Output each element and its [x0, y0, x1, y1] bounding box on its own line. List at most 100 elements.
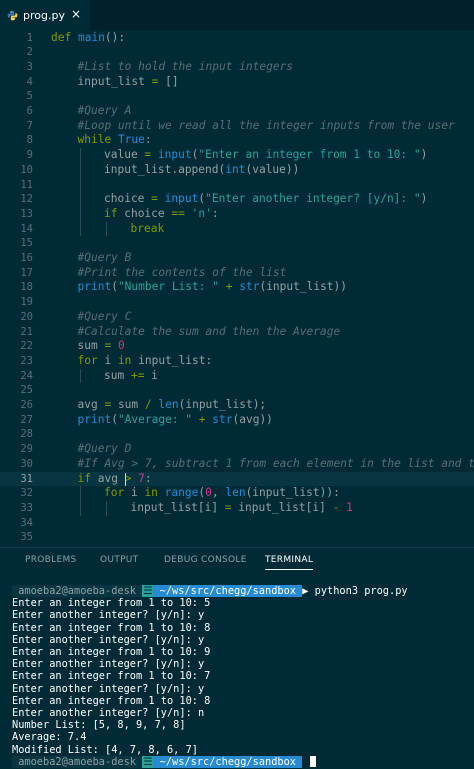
code-line[interactable]: 16 #Query B — [0, 251, 474, 266]
line-number: 14 — [20, 222, 33, 235]
code-line[interactable]: 1 def main(): — [0, 31, 474, 46]
code-line[interactable]: 15 — [0, 236, 474, 251]
code-line[interactable]: 2 — [0, 45, 474, 60]
line-number: 10 — [20, 163, 33, 176]
line-number: 9 — [26, 149, 33, 162]
tab-debug-console[interactable]: DEBUG CONSOLE — [164, 555, 247, 565]
line-number: 15 — [20, 237, 33, 250]
code-token: i — [97, 353, 118, 367]
code-token: input_list.append( — [104, 162, 226, 176]
code-line[interactable]: 21 #Calculate the sum and then the Averag… — [0, 325, 474, 340]
code-line[interactable]: 14 break — [0, 222, 474, 237]
string-token: "Enter another integer? [y/n]: " — [205, 192, 421, 206]
code-text: for i in input_list: — [78, 354, 213, 369]
function-token: True — [117, 133, 145, 147]
terminal-output-line: Enter another integer? [y/n]: y — [12, 609, 205, 622]
code-line[interactable]: 25 — [0, 383, 474, 398]
code-line[interactable]: 6 #Query A — [0, 104, 474, 119]
function-token: input — [157, 148, 192, 162]
code-line[interactable]: 11 — [0, 178, 474, 193]
prompt-path: ~/ws/src/chegg/sandbox — [153, 755, 303, 768]
string-token: 'n' — [191, 206, 212, 220]
terminal-output-line: Enter another integer? [y/n]: y — [12, 682, 205, 695]
code-token: : — [144, 471, 152, 485]
line-number: 29 — [20, 443, 33, 456]
terminal-prompt: amoeba2@amoeba-desk ☰ ~/ws/src/chegg/san… — [12, 755, 317, 768]
tab-prog-py[interactable]: prog.py × — [0, 0, 90, 30]
prompt-path: ~/ws/src/chegg/sandbox — [153, 585, 303, 597]
terminal-output-line: Average: 7.4 — [12, 731, 87, 744]
number-token: 1 — [346, 500, 353, 514]
code-token: input_list: — [131, 353, 213, 367]
code-token: : — [211, 206, 219, 220]
code-text: #Query B — [78, 251, 132, 266]
function-token: input — [164, 192, 199, 206]
code-line[interactable]: 5 — [0, 89, 474, 104]
code-text: print("Average: " + str(avg)) — [78, 413, 273, 428]
code-line[interactable]: 23 for i in input_list: — [0, 354, 474, 369]
bottom-panel: PROBLEMS OUTPUT DEBUG CONSOLE TERMINAL a… — [0, 547, 474, 769]
prompt-user: amoeba2@amoeba-desk — [12, 755, 143, 768]
code-text: print("Number List: " + str(input_list)) — [78, 280, 348, 295]
code-line[interactable]: 30 #If Avg > 7, subtract 1 from each elem… — [0, 457, 474, 472]
line-number: 26 — [20, 399, 33, 411]
line-number: 17 — [20, 266, 33, 279]
tab-problems[interactable]: PROBLEMS — [25, 555, 77, 565]
code-line[interactable]: 4 input_list = [] — [0, 75, 474, 90]
code-line[interactable]: 35 — [0, 530, 474, 545]
code-line[interactable]: 17 #Print the contents of the list — [0, 266, 474, 281]
function-token: len — [158, 398, 179, 411]
code-line[interactable]: 34 — [0, 516, 474, 531]
code-line[interactable]: 29 #Query D — [0, 442, 474, 457]
code-editor[interactable]: 1 def main(): 2 3 #List to hold the input in… — [0, 30, 474, 547]
code-line[interactable]: 18 print("Number List: " + str(input_list… — [0, 280, 474, 295]
tab-output[interactable]: OUTPUT — [100, 555, 138, 565]
code-line[interactable]: 33 input_list[i] = input_list[i] - 1 — [0, 501, 474, 516]
line-number: 23 — [20, 354, 33, 367]
code-line[interactable]: 31 if avg > 7: — [0, 471, 474, 487]
code-token: (avg)) — [232, 412, 273, 426]
code-line[interactable]: 32 for i in range(0, len(input_list)): — [0, 486, 474, 501]
function-token: int — [225, 162, 246, 176]
code-line[interactable]: 3 #List to hold the input integers — [0, 60, 474, 75]
code-line[interactable]: 19 — [0, 295, 474, 310]
string-token: "Enter an integer from 1 to 10: " — [198, 148, 421, 162]
keyword-token: while — [77, 133, 112, 147]
code-line[interactable]: 8 while True: — [0, 133, 474, 148]
code-line[interactable]: 10 input_list.append(int(value)) — [0, 163, 474, 178]
function-token: range — [164, 486, 199, 500]
code-text: avg = sum / len(input_list); — [78, 398, 267, 413]
code-line[interactable]: 26 avg = sum / len(input_list); — [0, 398, 474, 413]
function-token: str — [212, 412, 233, 426]
function-token: print — [77, 280, 112, 294]
code-line[interactable]: 28 — [0, 427, 474, 442]
code-line[interactable]: 20 #Query C — [0, 310, 474, 325]
code-text: sum = 0 — [78, 339, 125, 354]
indent-guide — [79, 486, 81, 516]
text-cursor — [125, 472, 126, 486]
close-icon[interactable]: × — [71, 7, 81, 21]
terminal-output-line: Enter an integer from 1 to 10: 8 — [12, 621, 211, 634]
line-number: 25 — [20, 384, 33, 397]
line-number: 27 — [20, 413, 33, 426]
code-text: def main(): — [51, 31, 125, 46]
code-token: (value)) — [245, 162, 300, 176]
terminal-output-line: Enter another integer? [y/n]: n — [12, 707, 205, 719]
code-text: if choice == 'n': — [104, 207, 219, 222]
keyword-token: break — [130, 221, 165, 235]
tab-terminal[interactable]: TERMINAL — [265, 555, 314, 570]
code-line[interactable]: 24 sum += i — [0, 369, 474, 384]
code-token: avg — [77, 398, 105, 411]
keyword-token: if — [77, 471, 91, 485]
code-line[interactable]: 12 choice = input("Enter another integer?… — [0, 192, 474, 207]
number-token: 7 — [138, 471, 145, 485]
code-line[interactable]: 22 sum = 0 — [0, 339, 474, 354]
code-line[interactable]: 7 #Loop until we read all the integer inp… — [0, 119, 474, 134]
code-line[interactable]: 9 value = input("Enter an integer from 1 … — [0, 148, 474, 163]
comment-token: #Query A — [77, 104, 132, 117]
code-line[interactable]: 27 print("Average: " + str(avg)) — [0, 413, 474, 428]
code-line[interactable]: 13 if choice == 'n': — [0, 207, 474, 222]
